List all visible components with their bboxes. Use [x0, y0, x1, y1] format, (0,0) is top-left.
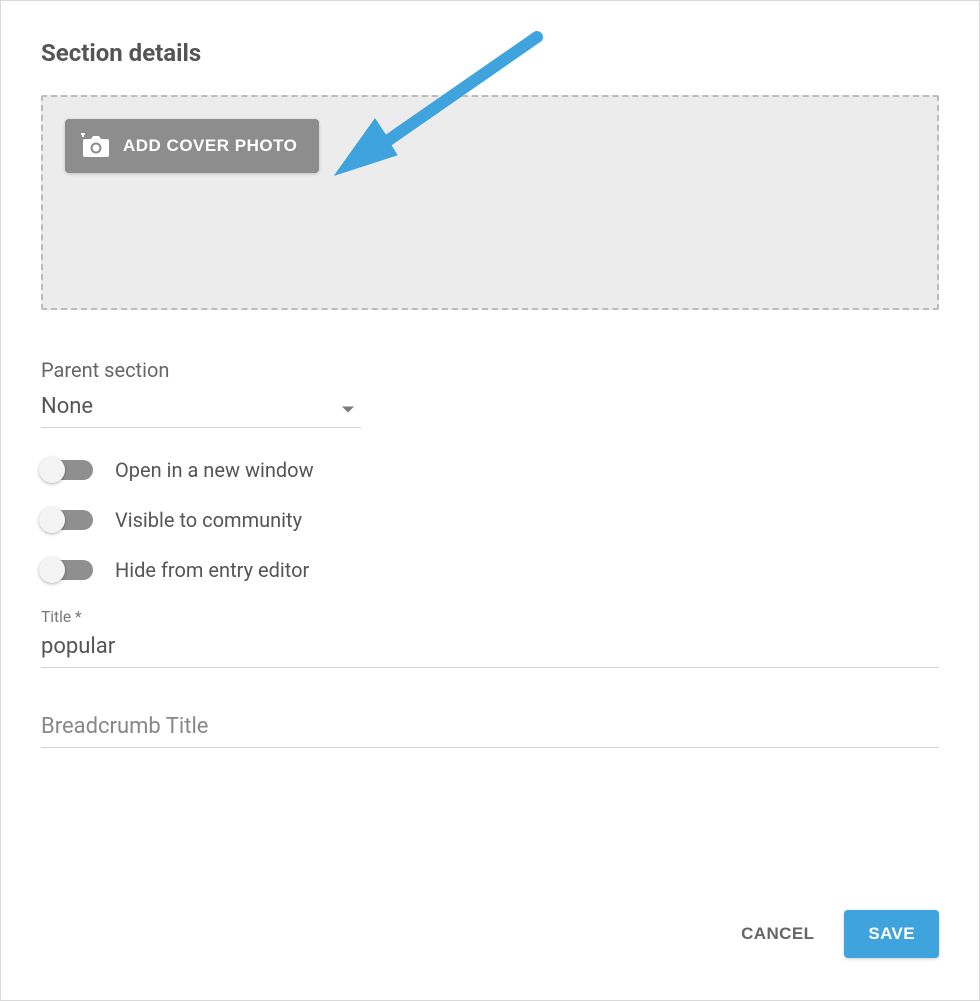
cover-photo-dropzone[interactable]: ADD COVER PHOTO	[41, 95, 939, 310]
dialog-heading: Section details	[41, 39, 939, 67]
parent-section-select[interactable]: None	[41, 388, 361, 428]
add-cover-photo-button[interactable]: ADD COVER PHOTO	[65, 119, 319, 173]
title-label: Title *	[41, 608, 939, 626]
dialog-actions: CANCEL SAVE	[733, 910, 939, 958]
toggle-open-new-window-row: Open in a new window	[41, 458, 939, 482]
toggle-hide-entry-editor-row: Hide from entry editor	[41, 558, 939, 582]
toggle-open-new-window-label: Open in a new window	[115, 458, 314, 482]
title-field: Title *	[41, 608, 939, 668]
camera-plus-icon	[81, 133, 111, 159]
toggle-hide-entry-editor[interactable]	[41, 560, 93, 580]
title-input[interactable]	[41, 630, 939, 668]
parent-section-value: None	[41, 394, 93, 419]
parent-section-label: Parent section	[41, 358, 939, 382]
save-button[interactable]: SAVE	[844, 910, 939, 958]
parent-section-field: Parent section None	[41, 358, 939, 428]
breadcrumb-title-input[interactable]	[41, 710, 939, 748]
toggle-visible-community-label: Visible to community	[115, 508, 302, 532]
section-details-dialog: Section details ADD COVER PHOTO Parent s…	[0, 0, 980, 1001]
cancel-button[interactable]: CANCEL	[733, 912, 822, 956]
add-cover-photo-label: ADD COVER PHOTO	[123, 136, 297, 156]
chevron-down-icon	[341, 398, 355, 417]
breadcrumb-title-field	[41, 710, 939, 748]
toggle-hide-entry-editor-label: Hide from entry editor	[115, 558, 309, 582]
toggle-open-new-window[interactable]	[41, 460, 93, 480]
toggle-visible-community[interactable]	[41, 510, 93, 530]
toggle-visible-community-row: Visible to community	[41, 508, 939, 532]
